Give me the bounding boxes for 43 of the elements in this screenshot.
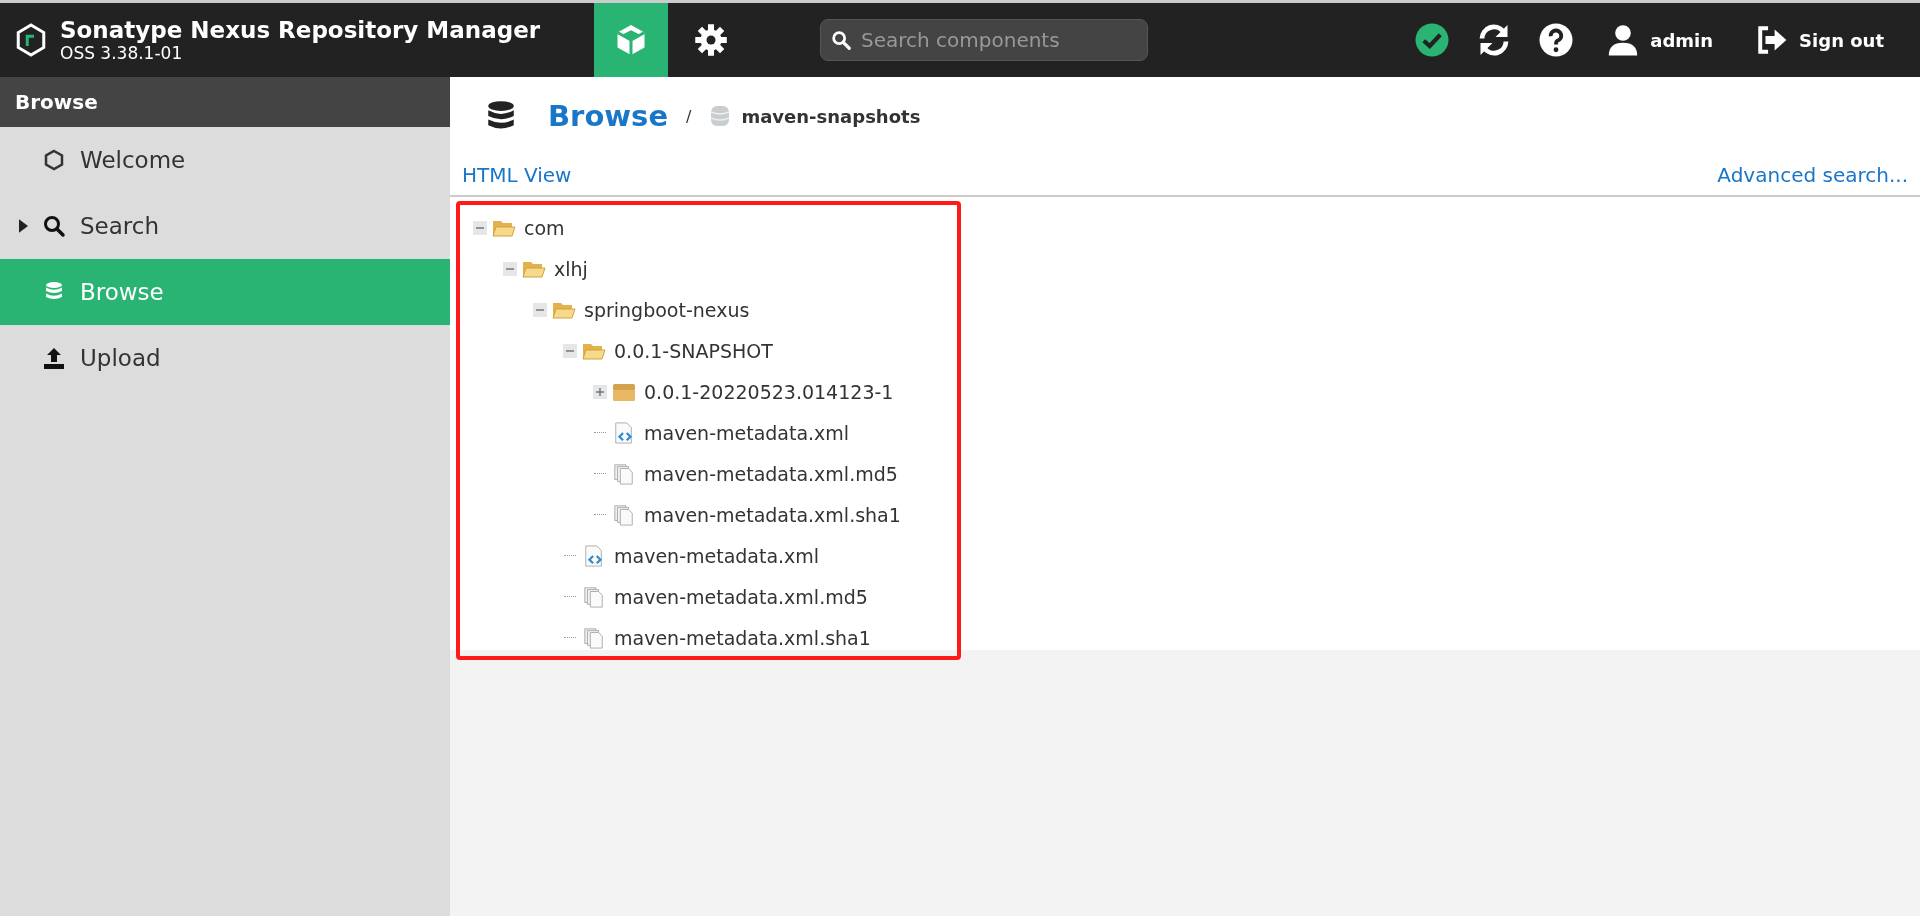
logo-icon	[16, 23, 46, 57]
breadcrumb-link[interactable]: Browse	[548, 99, 669, 133]
app-title: Sonatype Nexus Repository Manager	[60, 17, 541, 43]
search-field[interactable]: Search components	[820, 19, 1148, 61]
expander-icon[interactable]	[533, 302, 547, 317]
tree-node-label[interactable]: maven-metadata.xml.md5	[644, 462, 898, 485]
tree-node-label[interactable]: maven-metadata.xml	[644, 421, 850, 444]
tree-node-label[interactable]: 0.0.1-SNAPSHOT	[614, 339, 773, 362]
user-menu-button[interactable]: admin	[1600, 22, 1720, 58]
status-ok-icon[interactable]	[1414, 22, 1451, 58]
tree-node-label[interactable]: maven-metadata.xml.md5	[614, 585, 868, 608]
search-icon	[42, 214, 66, 238]
sidebar-item[interactable]: Upload	[0, 325, 450, 391]
browse-mode-tab[interactable]	[594, 3, 668, 77]
tree-node-label[interactable]: xlhj	[554, 257, 588, 280]
settings-icon	[693, 22, 729, 58]
help-icon[interactable]	[1538, 22, 1575, 58]
files-icon	[612, 462, 636, 485]
tree-node-label[interactable]: maven-metadata.xml	[614, 544, 820, 567]
expander-icon[interactable]	[593, 384, 607, 399]
caret-icon[interactable]	[18, 219, 28, 233]
sidebar-title: Browse	[0, 77, 450, 127]
sidebar-item[interactable]: Welcome	[0, 127, 450, 193]
files-icon	[612, 503, 636, 526]
breadcrumb-separator: /	[686, 106, 692, 126]
sidebar-item[interactable]: Search	[0, 193, 450, 259]
upload-icon	[42, 346, 66, 370]
html-view-link[interactable]: HTML View	[462, 163, 572, 187]
advanced-search-link[interactable]: Advanced search...	[1717, 163, 1908, 187]
repository-icon	[709, 104, 732, 128]
tree-node-label[interactable]: maven-metadata.xml.sha1	[644, 503, 901, 526]
repository-name: maven-snapshots	[741, 105, 921, 127]
tree-node-label[interactable]: 0.0.1-20220523.014123-1	[644, 380, 894, 403]
tree-node-label[interactable]: com	[524, 216, 565, 239]
hexagon-icon	[42, 148, 66, 172]
expander-icon[interactable]	[473, 220, 487, 235]
files-icon	[582, 585, 606, 608]
sign-out-button[interactable]: Sign out	[1749, 22, 1890, 58]
tree-node-label[interactable]: maven-metadata.xml.sha1	[614, 626, 871, 649]
app-version: OSS 3.38.1-01	[60, 43, 184, 63]
expander-icon[interactable]	[503, 261, 517, 276]
tree-node-label[interactable]: springboot-nexus	[584, 298, 750, 321]
expander-icon[interactable]	[563, 343, 577, 358]
